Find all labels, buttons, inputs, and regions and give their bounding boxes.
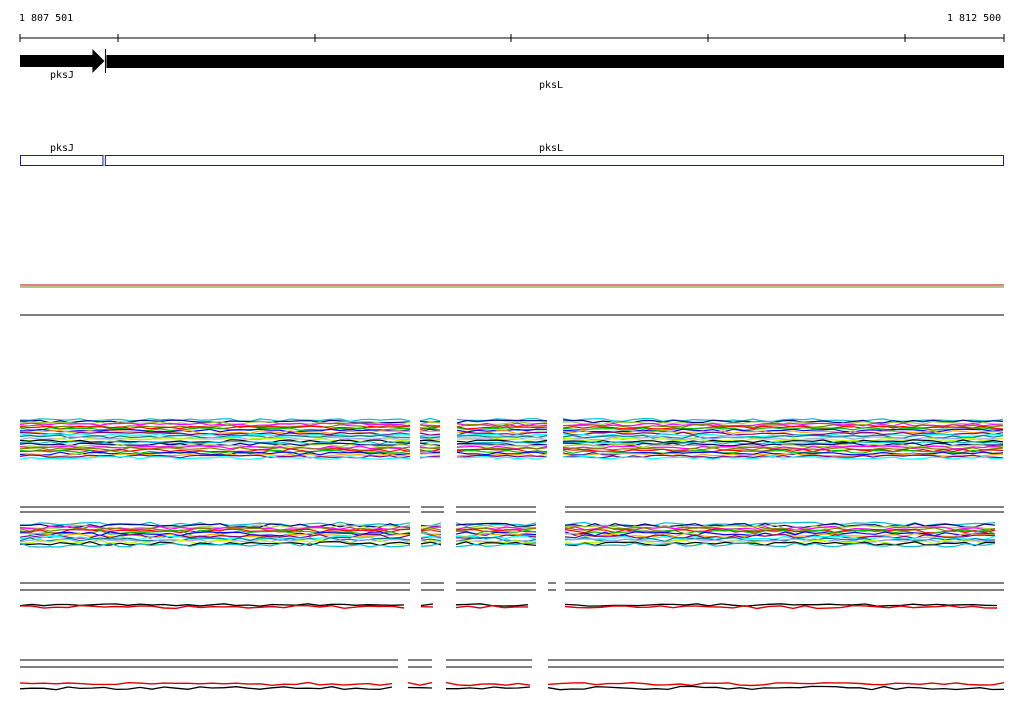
trace-line [19, 686, 393, 691]
trace-line [419, 432, 441, 436]
trace-line [547, 681, 1005, 687]
coverage-trace-tracks [19, 417, 1005, 691]
trace-line [407, 681, 433, 686]
coordinate-ruler [19, 34, 1005, 42]
trace-line [564, 542, 996, 548]
trace-line [419, 436, 441, 439]
gene-arrow-pksl [106, 55, 1004, 68]
coverage-band-1 [19, 417, 1004, 461]
gene-arrow-track [20, 49, 1004, 73]
trace-line [419, 417, 441, 422]
gene-box-pksj [20, 155, 104, 166]
baseline-pair-4 [20, 659, 1004, 668]
trace-line [564, 604, 998, 610]
trace-line [446, 686, 531, 690]
trace-line [456, 455, 548, 460]
trace-line [19, 604, 405, 610]
trace-line [445, 681, 531, 687]
trace-line [547, 685, 1005, 691]
trace-line [407, 686, 433, 689]
summary-track [20, 284, 1004, 316]
coverage-band-4 [19, 681, 1005, 691]
trace-line [455, 542, 537, 548]
trace-line [562, 455, 1004, 461]
trace-line [419, 456, 441, 459]
gene-box-pksl [104, 155, 1004, 166]
coverage-band-3 [19, 603, 998, 610]
baseline-pair-2 [20, 506, 1004, 513]
trace-line [420, 603, 434, 607]
baseline-pair-3 [20, 582, 1004, 591]
trace-line [419, 421, 441, 425]
coverage-band-2 [19, 521, 996, 548]
genome-track-view [19, 34, 1005, 691]
trace-line [456, 419, 548, 424]
gene-arrow-pksj [20, 49, 105, 73]
gene-box-track [20, 155, 1004, 166]
trace-line [19, 681, 393, 687]
